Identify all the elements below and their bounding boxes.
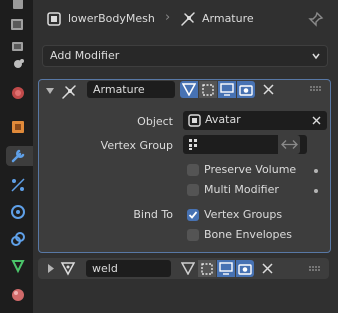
render-toggle[interactable] (236, 260, 254, 277)
modifier-name-field[interactable]: Armature (87, 81, 175, 98)
object-name: lowerBodyMesh (68, 12, 155, 25)
invert-vertex-group-button[interactable] (278, 135, 300, 154)
arrow-left-right-icon (281, 140, 298, 149)
object-icon[interactable] (8, 117, 28, 137)
vertex-group-label: Vertex Group (100, 139, 173, 152)
vertex-groups-checkbox[interactable] (187, 209, 199, 221)
view-layer-icon[interactable] (8, 54, 28, 74)
vertex-groups-label: Vertex Groups (204, 208, 283, 221)
drag-handle-icon[interactable] (308, 265, 322, 275)
particles-icon[interactable] (8, 175, 28, 195)
physics-icon[interactable] (8, 202, 28, 222)
properties-editor: lowerBodyMesh › Armature Add Modifier Ar… (33, 0, 338, 313)
modifier-icon[interactable] (6, 146, 33, 166)
vertex-triangle-icon (182, 83, 196, 96)
monitor-icon (219, 262, 233, 275)
bone-envelopes-label: Bone Envelopes (204, 228, 292, 241)
render-toggle[interactable] (237, 81, 255, 98)
expand-arrow-icon[interactable] (47, 264, 55, 273)
armature-modifier-panel: Armature Object Avatar Vertex Group Pres… (38, 79, 331, 253)
object-label: Object (137, 115, 173, 128)
checkmark-icon (188, 211, 198, 219)
mesh-object-icon (47, 12, 62, 29)
object-data-icon[interactable] (8, 256, 28, 276)
armature-modifier-icon (61, 83, 79, 102)
properties-tab-strip (0, 0, 33, 313)
multi-modifier-label: Multi Modifier (204, 183, 279, 196)
preserve-volume-checkbox[interactable] (187, 164, 199, 176)
close-icon[interactable] (262, 263, 273, 274)
chevron-down-icon (312, 53, 320, 60)
drag-handle-icon[interactable] (309, 85, 323, 95)
vertex-triangle-icon (181, 262, 195, 275)
multi-modifier-checkbox[interactable] (187, 184, 199, 196)
clear-icon[interactable] (312, 116, 321, 125)
animate-property-dot[interactable] (314, 189, 318, 193)
modifier-name-field[interactable]: weld (86, 260, 171, 277)
tool-icon[interactable] (8, 0, 28, 14)
viewport-display-toggle[interactable] (218, 81, 236, 98)
animate-property-dot[interactable] (314, 169, 318, 173)
on-cage-toggle[interactable] (179, 260, 197, 277)
add-modifier-dropdown[interactable]: Add Modifier (42, 45, 328, 67)
edit-mode-toggle[interactable] (199, 81, 217, 98)
on-cage-toggle[interactable] (180, 81, 198, 98)
edit-mode-toggle[interactable] (198, 260, 216, 277)
modifier-name: weld (92, 262, 118, 275)
camera-icon (239, 85, 253, 96)
bone-envelopes-checkbox[interactable] (187, 229, 199, 241)
world-icon[interactable] (8, 83, 28, 103)
edit-mode-icon (201, 263, 213, 275)
weld-modifier-icon (60, 261, 76, 279)
render-icon[interactable] (8, 14, 28, 34)
edit-mode-icon (202, 84, 214, 96)
material-icon[interactable] (8, 285, 28, 305)
preserve-volume-label: Preserve Volume (204, 163, 297, 176)
constraints-icon[interactable] (8, 229, 28, 249)
object-value: Avatar (205, 113, 241, 126)
close-icon[interactable] (263, 84, 274, 95)
object-icon (188, 114, 201, 127)
modifier-name: Armature (93, 83, 145, 96)
camera-icon (238, 264, 252, 275)
collapse-arrow-icon[interactable] (46, 87, 54, 95)
pin-icon[interactable] (308, 11, 324, 30)
object-field[interactable]: Avatar (183, 111, 327, 130)
armature-icon (179, 10, 197, 31)
monitor-icon (220, 83, 234, 96)
bind-to-label: Bind To (133, 208, 173, 221)
weld-modifier-panel: weld (38, 258, 329, 279)
viewport-display-toggle[interactable] (217, 260, 235, 277)
armature-name: Armature (202, 12, 254, 25)
add-modifier-label: Add Modifier (50, 49, 120, 62)
vertex-group-icon (189, 139, 197, 150)
breadcrumb-separator: › (165, 10, 171, 25)
